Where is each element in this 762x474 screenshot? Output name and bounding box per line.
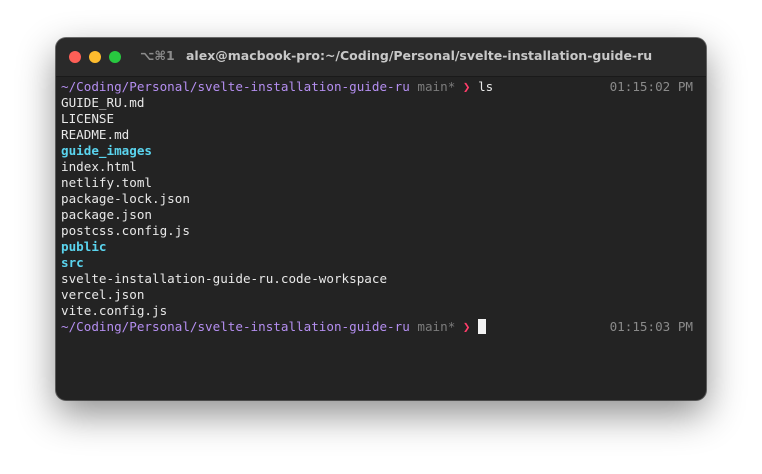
prompt-timestamp: 01:15:02 PM [609,79,693,94]
listing-item: LICENSE [61,111,115,126]
prompt-timestamp: 01:15:03 PM [609,319,693,334]
minimize-button[interactable] [89,51,101,63]
listing-item: svelte-installation-guide-ru.code-worksp… [61,271,388,286]
zoom-button[interactable] [109,51,121,63]
listing-item: netlify.toml [61,175,152,190]
listing-item: postcss.config.js [61,223,190,238]
listing-item: README.md [61,127,130,142]
listing-item: vite.config.js [61,303,168,318]
listing-item-directory: src [61,255,84,270]
prompt-path: ~/Coding/Personal/svelte-installation-gu… [61,79,410,94]
listing-item: vercel.json [61,287,145,302]
prompt-line-1: ~/Coding/Personal/svelte-installation-gu… [61,79,697,95]
window-shortcut: ⌥⌘1 [140,48,175,63]
prompt-arrow-icon: ❯ [462,319,471,334]
window-title: alex@macbook-pro:~/Coding/Personal/svelt… [186,48,653,63]
git-branch: main* [417,79,456,94]
terminal-window: ⌥⌘1 alex@macbook-pro:~/Coding/Personal/s… [56,38,706,400]
prompt-arrow-icon: ❯ [462,79,471,94]
prompt-path: ~/Coding/Personal/svelte-installation-gu… [61,319,410,334]
listing-item: GUIDE_RU.md [61,95,145,110]
listing-item: index.html [61,159,137,174]
listing-item-directory: guide_images [61,143,152,158]
close-button[interactable] [69,51,81,63]
title-bar[interactable]: ⌥⌘1 alex@macbook-pro:~/Coding/Personal/s… [56,38,706,77]
listing-item: package-lock.json [61,191,190,206]
listing-item-directory: public [61,239,107,254]
prompt-line-2: ~/Coding/Personal/svelte-installation-gu… [61,319,697,335]
listing-item: package.json [61,207,152,222]
git-branch: main* [417,319,456,334]
terminal-content[interactable]: ~/Coding/Personal/svelte-installation-gu… [61,79,697,335]
text-cursor[interactable] [478,319,487,334]
command-text: ls [478,79,494,94]
